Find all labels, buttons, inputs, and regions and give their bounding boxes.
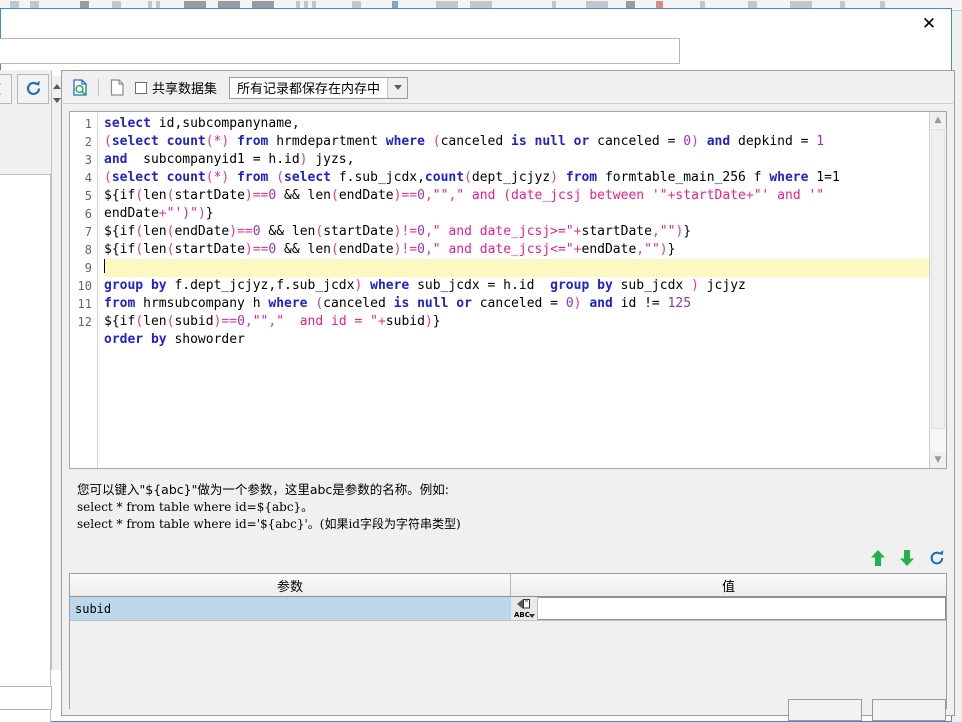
cancel-button[interactable] (872, 699, 946, 721)
parameter-table-empty-area (70, 621, 946, 710)
line-number: 2 (84, 135, 92, 149)
line-number: 7 (84, 225, 92, 239)
help-line-2: select * from table where id=${abc}。 (77, 500, 314, 514)
line-number: 4 (84, 171, 92, 185)
parameter-value-input[interactable] (538, 598, 945, 619)
code-line[interactable]: group by f.dept_jcjyz,f.sub_jcdx) where … (104, 277, 929, 295)
dialog-footer-buttons (788, 699, 946, 721)
line-number: 8 (84, 243, 92, 257)
refresh-parameters-icon[interactable] (928, 549, 946, 567)
panel-splitter[interactable] (52, 76, 61, 670)
line-number: 12 (77, 315, 92, 329)
parameter-actions (836, 545, 946, 571)
text-caret (104, 259, 105, 273)
line-number: 5 (84, 189, 92, 203)
parameter-help-text: 您可以键入"${abc}"做为一个参数，这里abc是参数的名称。例如: sele… (69, 475, 947, 539)
parameter-value-cell[interactable]: ABC (511, 597, 946, 620)
code-line[interactable]: ${if(len(endDate)==0 && len(startDate)!=… (104, 223, 929, 241)
scrollbar-thumb[interactable] (931, 129, 945, 429)
dialog-titlebar: ✕ (1, 9, 951, 38)
line-number: 9 (84, 261, 92, 275)
chevron-down-icon[interactable] (387, 77, 408, 98)
refresh-icon-button[interactable] (17, 74, 49, 104)
code-line[interactable]: (select count(*) from (select f.sub_jcdx… (104, 169, 929, 187)
code-line[interactable]: endDate+"')")} (104, 205, 929, 223)
left-bottom-input[interactable] (0, 686, 52, 710)
splitter-expand-icon[interactable] (53, 98, 61, 103)
scroll-up-icon[interactable]: ▲ (930, 112, 946, 128)
new-document-icon[interactable] (107, 78, 127, 98)
close-icon[interactable]: ✕ (914, 13, 944, 35)
shared-dataset-checkbox[interactable]: 共享数据集 (135, 78, 217, 97)
screen-root: ✕ 视图 (0, 0, 962, 722)
code-line[interactable]: (select count(*) from hrmdepartment wher… (104, 133, 929, 151)
ok-button[interactable] (788, 699, 862, 721)
scroll-down-icon[interactable]: ▼ (930, 452, 946, 468)
parameter-name-cell[interactable]: subid (70, 597, 511, 620)
code-line[interactable]: and subcompanyid1 = h.id) jyzs, (104, 151, 929, 169)
code-line[interactable]: from hrmsubcompany h where (canceled is … (104, 295, 929, 313)
type-dropdown-chevron-icon[interactable] (529, 614, 535, 618)
code-line[interactable]: order by showorder (104, 331, 929, 349)
column-header-value[interactable]: 值 (511, 574, 946, 596)
column-header-name[interactable]: 参数 (70, 574, 511, 596)
code-line[interactable]: ${if(len(startDate)==0 && len(endDate)!=… (104, 241, 929, 259)
left-tree-panel[interactable] (0, 174, 51, 722)
splitter-collapse-icon[interactable] (53, 84, 61, 89)
help-line-3: select * from table where id='${abc}'。(如… (77, 517, 461, 531)
back-arrow-icon-button[interactable] (0, 74, 12, 104)
parameter-type-icon[interactable]: ABC (511, 597, 538, 620)
shared-dataset-checkbox-box[interactable] (135, 81, 147, 94)
parameter-type-label: ABC (514, 611, 530, 619)
line-number: 11 (77, 297, 92, 311)
parameter-value-input-wrapper[interactable] (538, 597, 946, 620)
move-down-arrow-icon[interactable] (899, 549, 915, 567)
storage-mode-value: 所有记录都保存在内存中 (237, 82, 381, 97)
editor-vertical-scrollbar[interactable]: ▲ ▼ (929, 112, 946, 468)
dataset-name-input-wrapper[interactable] (0, 38, 680, 64)
sql-code-area[interactable]: select id,subcompanyname, (select count(*… (98, 112, 929, 468)
preview-dataset-icon[interactable] (70, 78, 90, 98)
code-line[interactable] (104, 259, 929, 277)
move-up-arrow-icon[interactable] (870, 549, 886, 567)
storage-mode-select[interactable]: 所有记录都保存在内存中 (229, 76, 409, 99)
dataset-toolbar: 共享数据集 所有记录都保存在内存中 (63, 72, 953, 104)
dataset-name-input[interactable] (0, 39, 679, 63)
line-number: 1 (84, 117, 92, 131)
code-line[interactable]: ${if(len(startDate)==0 && len(endDate)==… (104, 187, 929, 205)
line-number: 10 (77, 279, 92, 293)
toolbar-separator (98, 79, 99, 96)
code-line[interactable]: select id,subcompanyname, (104, 115, 929, 133)
line-number: 3 (84, 153, 92, 167)
line-number: 6 (84, 207, 92, 221)
dataset-main-panel: 共享数据集 所有记录都保存在内存中 1 2 3 4 5 6 7 8 9 10 11 12 select… (61, 70, 955, 721)
parameter-table: 参数 值 subid ABC (69, 573, 947, 710)
code-line[interactable] (104, 349, 929, 367)
sql-editor[interactable]: 1 2 3 4 5 6 7 8 9 10 11 12 select id,subcompanyname… (69, 111, 947, 469)
table-row[interactable]: subid ABC (70, 597, 946, 621)
shared-dataset-label: 共享数据集 (152, 82, 218, 97)
parameter-table-header: 参数 值 (70, 574, 946, 597)
help-line-1: 您可以键入"${abc}"做为一个参数，这里abc是参数的名称。例如: (77, 482, 450, 497)
code-line[interactable]: ${if(len(subid)==0,""," and id = "+subid… (104, 313, 929, 331)
editor-line-numbers: 1 2 3 4 5 6 7 8 9 10 11 12 (70, 112, 98, 468)
left-toolbar-strip: 视图 (0, 70, 52, 722)
